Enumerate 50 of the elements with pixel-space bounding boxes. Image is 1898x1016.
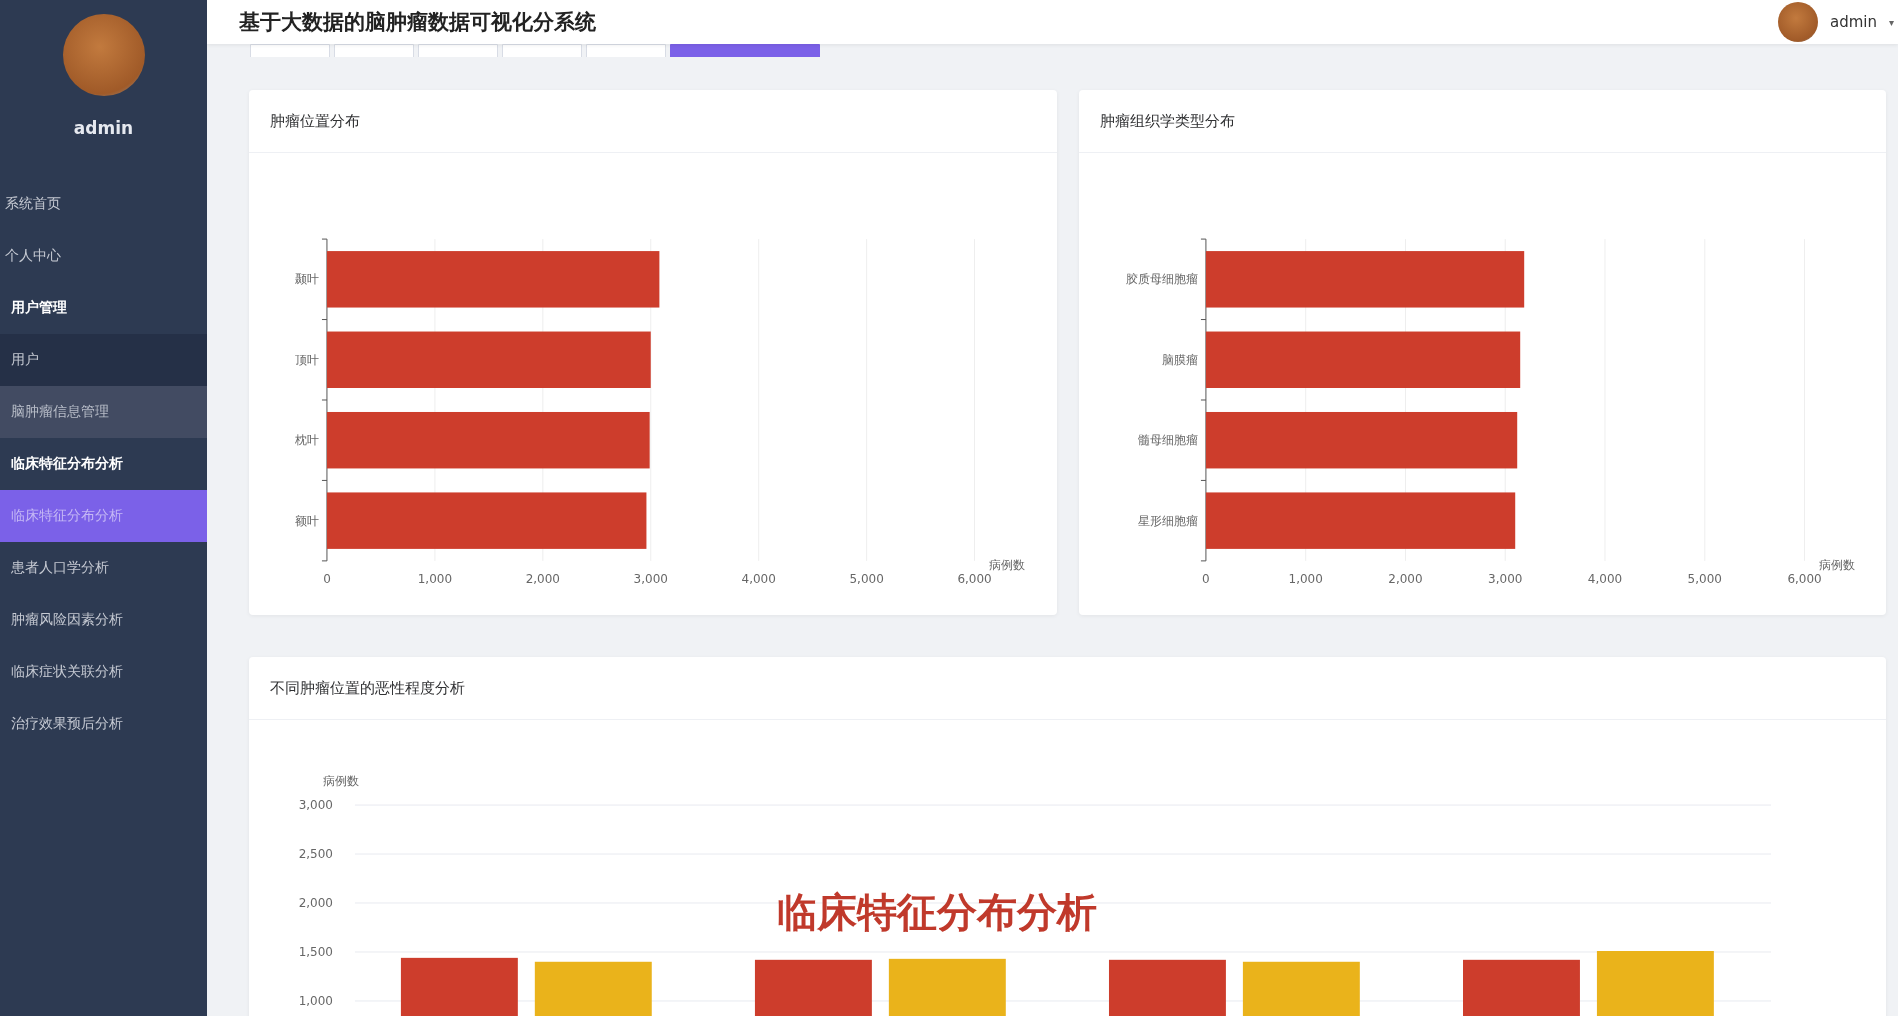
submenu-title[interactable]: 用户管理 bbox=[0, 282, 207, 334]
menu-item[interactable]: 患者人口学分析 bbox=[0, 542, 207, 594]
axis-tick-label: 1,000 bbox=[298, 993, 333, 1008]
category-label: 胶质母细胞瘤 bbox=[1125, 272, 1198, 287]
submenu-item[interactable]: 用户 bbox=[0, 334, 207, 386]
tab[interactable] bbox=[670, 44, 820, 57]
axis-tick-label: 1,000 bbox=[417, 571, 453, 586]
category-label: 脑膜瘤 bbox=[1161, 352, 1198, 367]
axis-tick-label: 2,000 bbox=[298, 896, 333, 910]
axis-tick-label: 0 bbox=[323, 571, 331, 586]
submenu-title[interactable]: 脑肿瘤信息管理 bbox=[0, 386, 207, 438]
video-caption: 临床特征分布分析 bbox=[777, 888, 1097, 937]
axis-tick-label: 2,000 bbox=[525, 571, 560, 586]
category-label: 顶叶 bbox=[294, 352, 319, 367]
menu-item[interactable]: 个人中心 bbox=[0, 230, 207, 282]
axis-tick-label: 0 bbox=[1201, 571, 1210, 586]
axis-tick-label: 3,000 bbox=[298, 798, 333, 813]
axis-tick-label: 2,000 bbox=[1387, 571, 1423, 586]
card-title: 不同肿瘤位置的恶性程度分析 bbox=[270, 678, 465, 698]
avatar[interactable] bbox=[1777, 2, 1818, 42]
axis-tick-label: 1,500 bbox=[298, 945, 333, 959]
header-username[interactable]: admin bbox=[1829, 13, 1877, 31]
axis-tick-label: 5,000 bbox=[849, 571, 884, 586]
submenu-title[interactable]: 临床特征分布分析 bbox=[0, 438, 207, 490]
axis-tick-label: 5,000 bbox=[1687, 571, 1722, 586]
app-title: 基于大数据的脑肿瘤数据可视化分系统 bbox=[239, 9, 596, 36]
category-label: 额叶 bbox=[294, 513, 319, 528]
axis-tick-label: 3,000 bbox=[1487, 571, 1522, 586]
axis-title: 病例数 bbox=[988, 557, 1025, 572]
axis-tick-label: 2,500 bbox=[298, 847, 333, 862]
category-label: 星形细胞瘤 bbox=[1137, 513, 1198, 528]
axis-tick-label: 6,000 bbox=[957, 571, 992, 586]
category-label: 颞叶 bbox=[294, 272, 319, 287]
axis-title: 病例数 bbox=[1818, 557, 1855, 572]
card-title: 肿瘤组织学类型分布 bbox=[1099, 111, 1235, 131]
menu-item[interactable]: 肿瘤风险因素分析 bbox=[0, 594, 207, 646]
axis-tick-label: 4,000 bbox=[741, 571, 776, 586]
axis-tick-label: 6,000 bbox=[1786, 571, 1822, 586]
menu-item[interactable]: 临床症状关联分析 bbox=[0, 646, 207, 698]
category-label: 枕叶 bbox=[294, 433, 319, 448]
axis-tick-label: 1,000 bbox=[1288, 571, 1323, 586]
category-label: 髓母细胞瘤 bbox=[1137, 433, 1198, 448]
card-title: 肿瘤位置分布 bbox=[270, 111, 360, 131]
sidebar-username: admin bbox=[73, 118, 134, 138]
caret-icon[interactable]: ▾ bbox=[1888, 16, 1894, 28]
axis-tick-label: 4,000 bbox=[1587, 571, 1622, 586]
axis-title: 病例数 bbox=[322, 774, 359, 789]
axis-tick-label: 3,000 bbox=[633, 571, 668, 586]
menu-item[interactable]: 治疗效果预后分析 bbox=[0, 698, 207, 750]
menu-item[interactable]: 系统首页 bbox=[0, 178, 207, 230]
